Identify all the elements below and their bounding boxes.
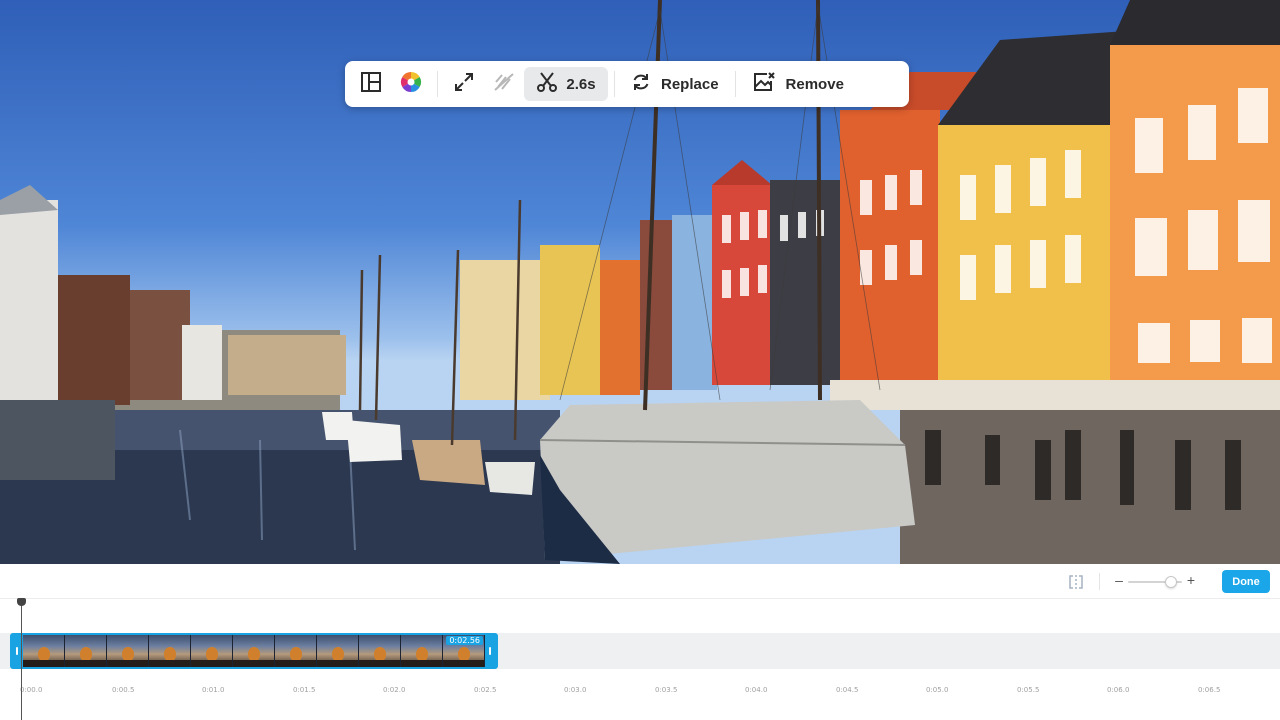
clip-frame	[317, 635, 359, 667]
toolbar-divider	[734, 71, 736, 97]
remove-button[interactable]: Remove	[742, 67, 854, 101]
clip-frame	[65, 635, 107, 667]
ruler-tick: 0:02.5	[474, 686, 497, 694]
playhead-handle[interactable]	[17, 598, 26, 606]
ruler-tick: 0:01.0	[202, 686, 225, 694]
ruler-tick: 0:03.5	[655, 686, 678, 694]
ruler-tick: 0:04.0	[745, 686, 768, 694]
image-remove-icon	[752, 71, 776, 98]
fullscreen-button[interactable]	[444, 67, 484, 101]
trim-button[interactable]: 2.6s	[524, 67, 608, 101]
ruler-tick: 0:00.0	[20, 686, 43, 694]
clip-frame	[149, 635, 191, 667]
time-ruler[interactable]: 0:00.0 0:00.5 0:01.0 0:01.5 0:02.0 0:02.…	[0, 682, 1280, 698]
clip-frame	[233, 635, 275, 667]
replace-button[interactable]: Replace	[621, 67, 729, 101]
clip-trim-handle-right[interactable]	[485, 635, 496, 667]
expand-icon	[453, 71, 475, 98]
clip-frame	[107, 635, 149, 667]
clip-frame	[23, 635, 65, 667]
zoom-out-button[interactable]: –	[1114, 572, 1124, 588]
color-adjust-button[interactable]	[391, 67, 431, 101]
toolbar-divider	[614, 71, 615, 97]
ruler-tick: 0:03.0	[564, 686, 587, 694]
clip-frame	[191, 635, 233, 667]
color-wheel-icon	[400, 71, 422, 98]
toolbar-divider	[437, 71, 438, 97]
ruler-tick: 0:01.5	[293, 686, 316, 694]
scissors-icon	[536, 71, 558, 98]
zoom-slider-handle[interactable]	[1165, 576, 1178, 588]
playhead-line[interactable]	[21, 598, 22, 720]
ruler-tick: 0:02.0	[383, 686, 406, 694]
clip-frame	[275, 635, 317, 667]
clip-frame	[359, 635, 401, 667]
video-clip[interactable]: 0:02.56	[10, 633, 498, 669]
remove-label: Remove	[785, 75, 844, 93]
clip-thumbnails	[23, 635, 485, 667]
zoom-in-button[interactable]: +	[1185, 572, 1197, 588]
ruler-tick: 0:05.5	[1017, 686, 1040, 694]
refresh-icon	[631, 72, 651, 97]
ruler-tick: 0:06.5	[1198, 686, 1221, 694]
motion-disabled-icon	[492, 71, 516, 98]
replace-label: Replace	[661, 75, 719, 93]
trim-duration-label: 2.6s	[566, 75, 596, 93]
layout-button[interactable]	[351, 67, 391, 101]
clip-frame	[401, 635, 443, 667]
layout-icon	[360, 71, 382, 98]
motion-button[interactable]	[484, 67, 524, 101]
ruler-tick: 0:05.0	[926, 686, 949, 694]
ruler-tick: 0:06.0	[1107, 686, 1130, 694]
ruler-tick: 0:04.5	[836, 686, 859, 694]
ruler-tick: 0:00.5	[112, 686, 135, 694]
fit-timeline-button[interactable]	[1067, 573, 1085, 591]
timeline-panel: – + Done 0:02.56 0:00.0 0:00.5 0:01.0 0:…	[0, 564, 1280, 720]
fit-width-icon	[1067, 575, 1085, 595]
done-button[interactable]: Done	[1222, 570, 1270, 593]
clip-duration-badge: 0:02.56	[446, 636, 483, 645]
header-divider	[1099, 573, 1100, 590]
timeline-header: – + Done	[0, 564, 1280, 599]
clip-toolbar: 2.6s Replace Remove	[345, 61, 909, 107]
